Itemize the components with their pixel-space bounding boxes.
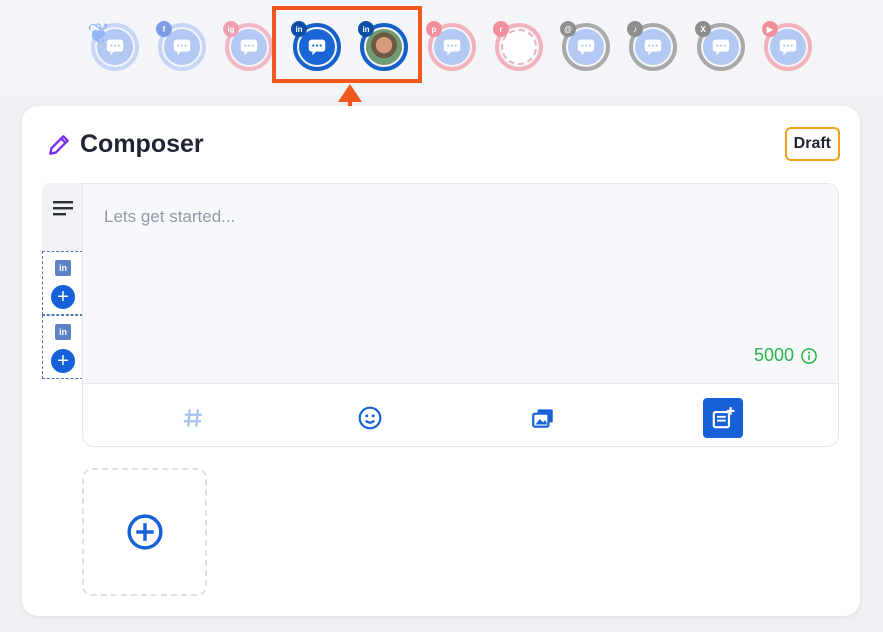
add-linkedin-button[interactable]: + [51,285,75,309]
rail-segment-linkedin: in + [42,251,83,315]
channel-avatar-threads[interactable]: @ [560,21,610,71]
rail-segment-linkedin: in + [42,315,83,379]
pinterest-icon: p [426,21,442,37]
facebook-icon: f [156,21,172,37]
add-linkedin-button[interactable]: + [51,349,75,373]
editor-toolbar [83,383,838,446]
emoji-button[interactable] [350,398,390,438]
char-count: 5000 [753,345,794,365]
channel-avatar-tiktok[interactable]: ♪ [627,21,677,71]
status-badge: Draft [784,127,840,161]
info-icon[interactable] [800,347,818,365]
post-editor: Lets get started... 5000 [82,183,839,447]
editor-placeholder: Lets get started... [104,207,236,226]
smiley-icon [358,406,382,430]
menu-icon [52,201,73,216]
channel-avatar-x[interactable]: X [695,21,745,71]
channel-avatar-bluesky[interactable]: ❦ [87,18,139,71]
channel-avatar-instagram[interactable]: ig [223,21,273,71]
media-button[interactable] [523,398,563,438]
character-counter: 5000 [754,345,818,366]
youtube-icon: ▶ [762,21,778,37]
page-title: Composer [80,130,204,158]
channel-avatar-youtube[interactable]: ▶ [762,21,812,71]
composer-header: Composer [46,130,204,159]
hashtag-button[interactable] [173,398,213,438]
butterfly-icon: ❦ [87,18,111,49]
gallery-icon [532,409,553,428]
composer-card: Composer Draft in + in + Lets get starte… [22,106,860,616]
hashtag-icon [183,409,203,427]
rail-menu-tab[interactable] [42,183,83,251]
reddit-icon: r [493,21,509,37]
plus-circle-icon [126,514,163,550]
side-rail: in + in + [42,183,83,379]
linkedin-icon: in [55,324,71,340]
channel-avatar-list: ❦ f ig in in p r @ ♪ X ▶ [0,0,883,95]
add-post-button[interactable] [703,398,743,438]
pencil-icon [49,134,69,155]
new-post-icon [712,407,735,429]
channel-avatar-reddit[interactable]: r [493,21,543,71]
threads-icon: @ [560,21,576,37]
tiktok-icon: ♪ [627,21,643,37]
x-icon: X [695,21,711,37]
linkedin-icon: in [55,260,71,276]
channel-avatar-facebook[interactable]: f [156,21,206,71]
channel-avatar-pinterest[interactable]: p [426,21,476,71]
instagram-icon: ig [223,21,239,37]
highlight-box [272,6,422,83]
post-text-area[interactable]: Lets get started... 5000 [83,184,838,383]
add-media-tile[interactable] [82,468,207,596]
